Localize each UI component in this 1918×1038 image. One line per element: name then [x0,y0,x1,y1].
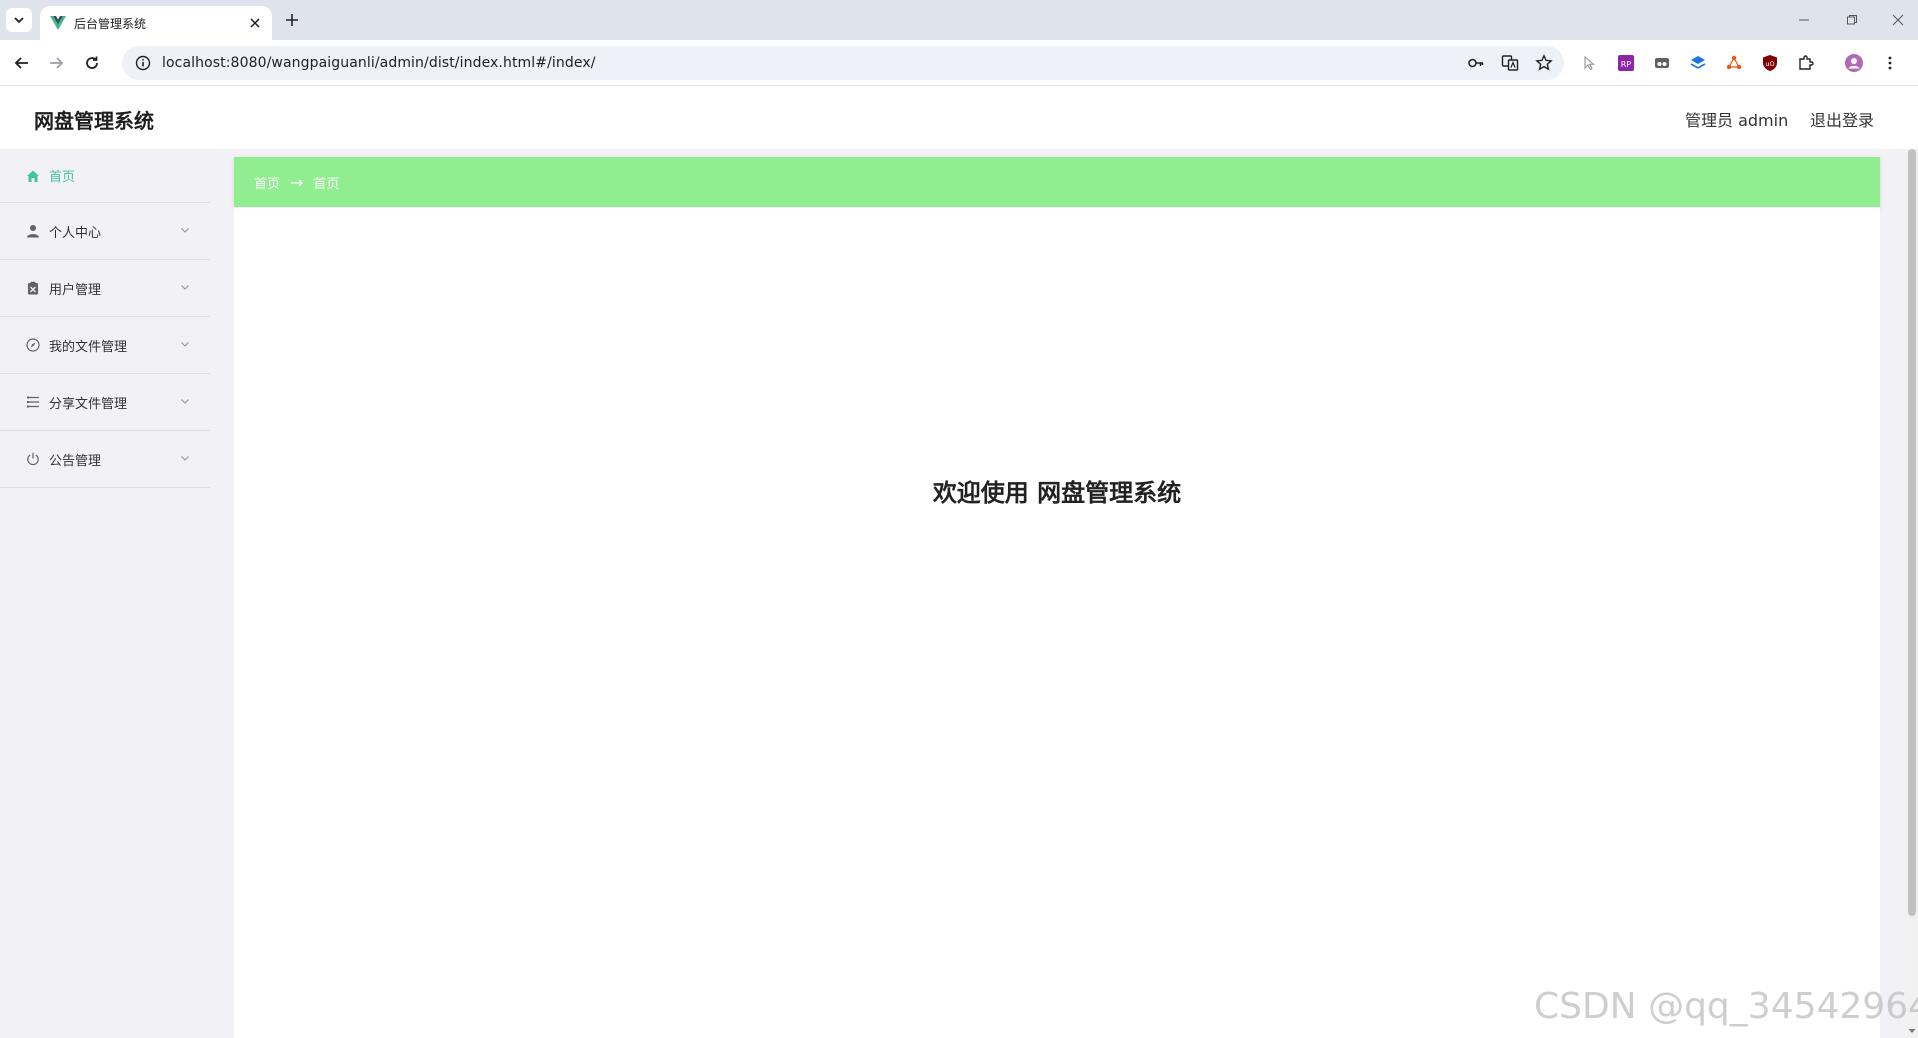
list-icon [25,394,41,410]
sidebar-item-my-files[interactable]: 我的文件管理 [0,317,210,374]
reload-button[interactable] [78,49,106,77]
chevron-down-icon [181,228,189,233]
sidebar-item-label: 首页 [49,170,76,185]
incognito-extension-icon[interactable] [1652,53,1672,73]
cursor-extension-icon[interactable] [1580,53,1600,73]
welcome-heading: 欢迎使用 网盘管理系统 [932,479,1182,507]
restore-icon [1847,15,1857,25]
restore-button[interactable] [1838,8,1866,32]
sidebar-item-label: 分享文件管理 [49,396,128,412]
tab-close-icon[interactable] [246,14,264,32]
browser-tab[interactable]: 后台管理系统 [40,6,272,40]
browser-toolbar: localhost:8080/wangpaiguanli/admin/dist/… [0,40,1918,86]
app-title: 网盘管理系统 [34,109,154,133]
network-extension-icon[interactable] [1724,53,1744,73]
rp-extension-icon[interactable]: RP [1616,53,1636,73]
vue-logo-icon [50,16,66,30]
translate-icon[interactable] [1500,53,1520,73]
browser-menu-icon[interactable] [1880,53,1900,73]
minimize-icon [1799,19,1809,21]
breadcrumb-item-current: 首页 [313,176,340,192]
minimize-button[interactable] [1790,8,1818,32]
chevron-down-icon [181,342,189,347]
main-panel: 欢迎使用 网盘管理系统 [234,207,1880,1038]
admin-user-label: 管理员 admin [1685,111,1789,130]
sidebar-item-shared-files[interactable]: 分享文件管理 [0,374,210,431]
watermark: CSDN @qq_34542964 [1534,986,1918,1027]
sidebar-item-label: 我的文件管理 [49,339,128,355]
sidebar-item-label: 用户管理 [49,282,102,298]
ublock-shield-icon[interactable]: uO [1760,53,1780,73]
key-icon[interactable] [1466,53,1486,73]
close-window-button[interactable] [1884,8,1912,32]
browser-tabstrip: 后台管理系统 [0,0,1918,40]
sidebar-item-personal-center[interactable]: 个人中心 [0,203,210,260]
clipboard-icon [25,280,41,296]
layers-extension-icon[interactable] [1688,53,1708,73]
forward-button[interactable] [42,49,70,77]
url-text: localhost:8080/wangpaiguanli/admin/dist/… [162,55,596,71]
arrow-right-icon [50,57,64,69]
logout-button[interactable]: 退出登录 [1810,107,1874,131]
puzzle-extensions-icon[interactable] [1796,53,1816,73]
reload-icon [86,56,98,69]
address-bar[interactable]: localhost:8080/wangpaiguanli/admin/dist/… [122,46,1564,80]
compass-icon [25,337,41,353]
app-header: 网盘管理系统 管理员 admin 退出登录 [0,87,1918,149]
home-icon [25,168,41,184]
back-button[interactable] [8,49,36,77]
svg-text:uO: uO [1765,60,1774,68]
tab-title: 后台管理系统 [74,16,147,31]
sidebar-item-home[interactable]: 首页 [0,149,210,203]
page-scrollbar[interactable] [1906,149,1918,1038]
close-icon [1892,14,1904,26]
chevron-down-icon [181,399,189,404]
arrow-left-icon [14,57,28,69]
power-icon [25,451,41,467]
plus-icon [286,14,298,26]
chevron-down-icon [14,17,24,24]
sidebar: 首页 个人中心 用户管理 我的文件管理 分享文件管理 公告管理 [0,149,210,1038]
site-info-icon[interactable] [134,54,152,72]
chevron-down-icon [181,456,189,461]
svg-text:RP: RP [1621,60,1632,69]
user-icon [25,223,41,239]
extensions-row: RP uO [1580,53,1900,73]
scroll-down-arrow-icon[interactable] [1907,1026,1917,1036]
breadcrumb: 首页 → 首页 [234,157,1880,207]
profile-avatar[interactable] [1844,53,1864,73]
bookmark-star-icon[interactable] [1534,53,1554,73]
breadcrumb-item-home[interactable]: 首页 [254,173,280,192]
tab-list-button[interactable] [6,8,32,32]
scrollbar-thumb[interactable] [1908,149,1916,916]
chevron-down-icon [181,285,189,290]
sidebar-item-label: 个人中心 [49,225,102,241]
sidebar-item-user-management[interactable]: 用户管理 [0,260,210,317]
sidebar-item-label: 公告管理 [49,453,102,469]
new-tab-button[interactable] [280,8,304,32]
breadcrumb-separator: → [290,172,304,192]
sidebar-item-announcements[interactable]: 公告管理 [0,431,210,488]
